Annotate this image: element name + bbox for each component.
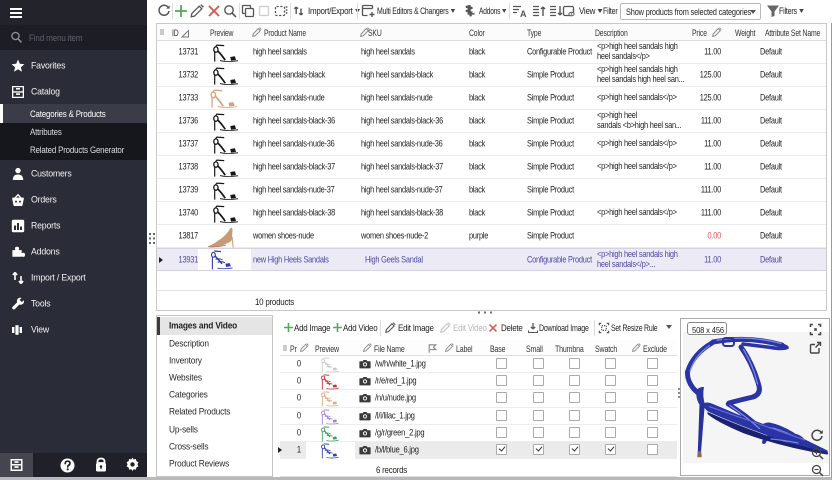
svg-text:A: A — [520, 9, 527, 18]
